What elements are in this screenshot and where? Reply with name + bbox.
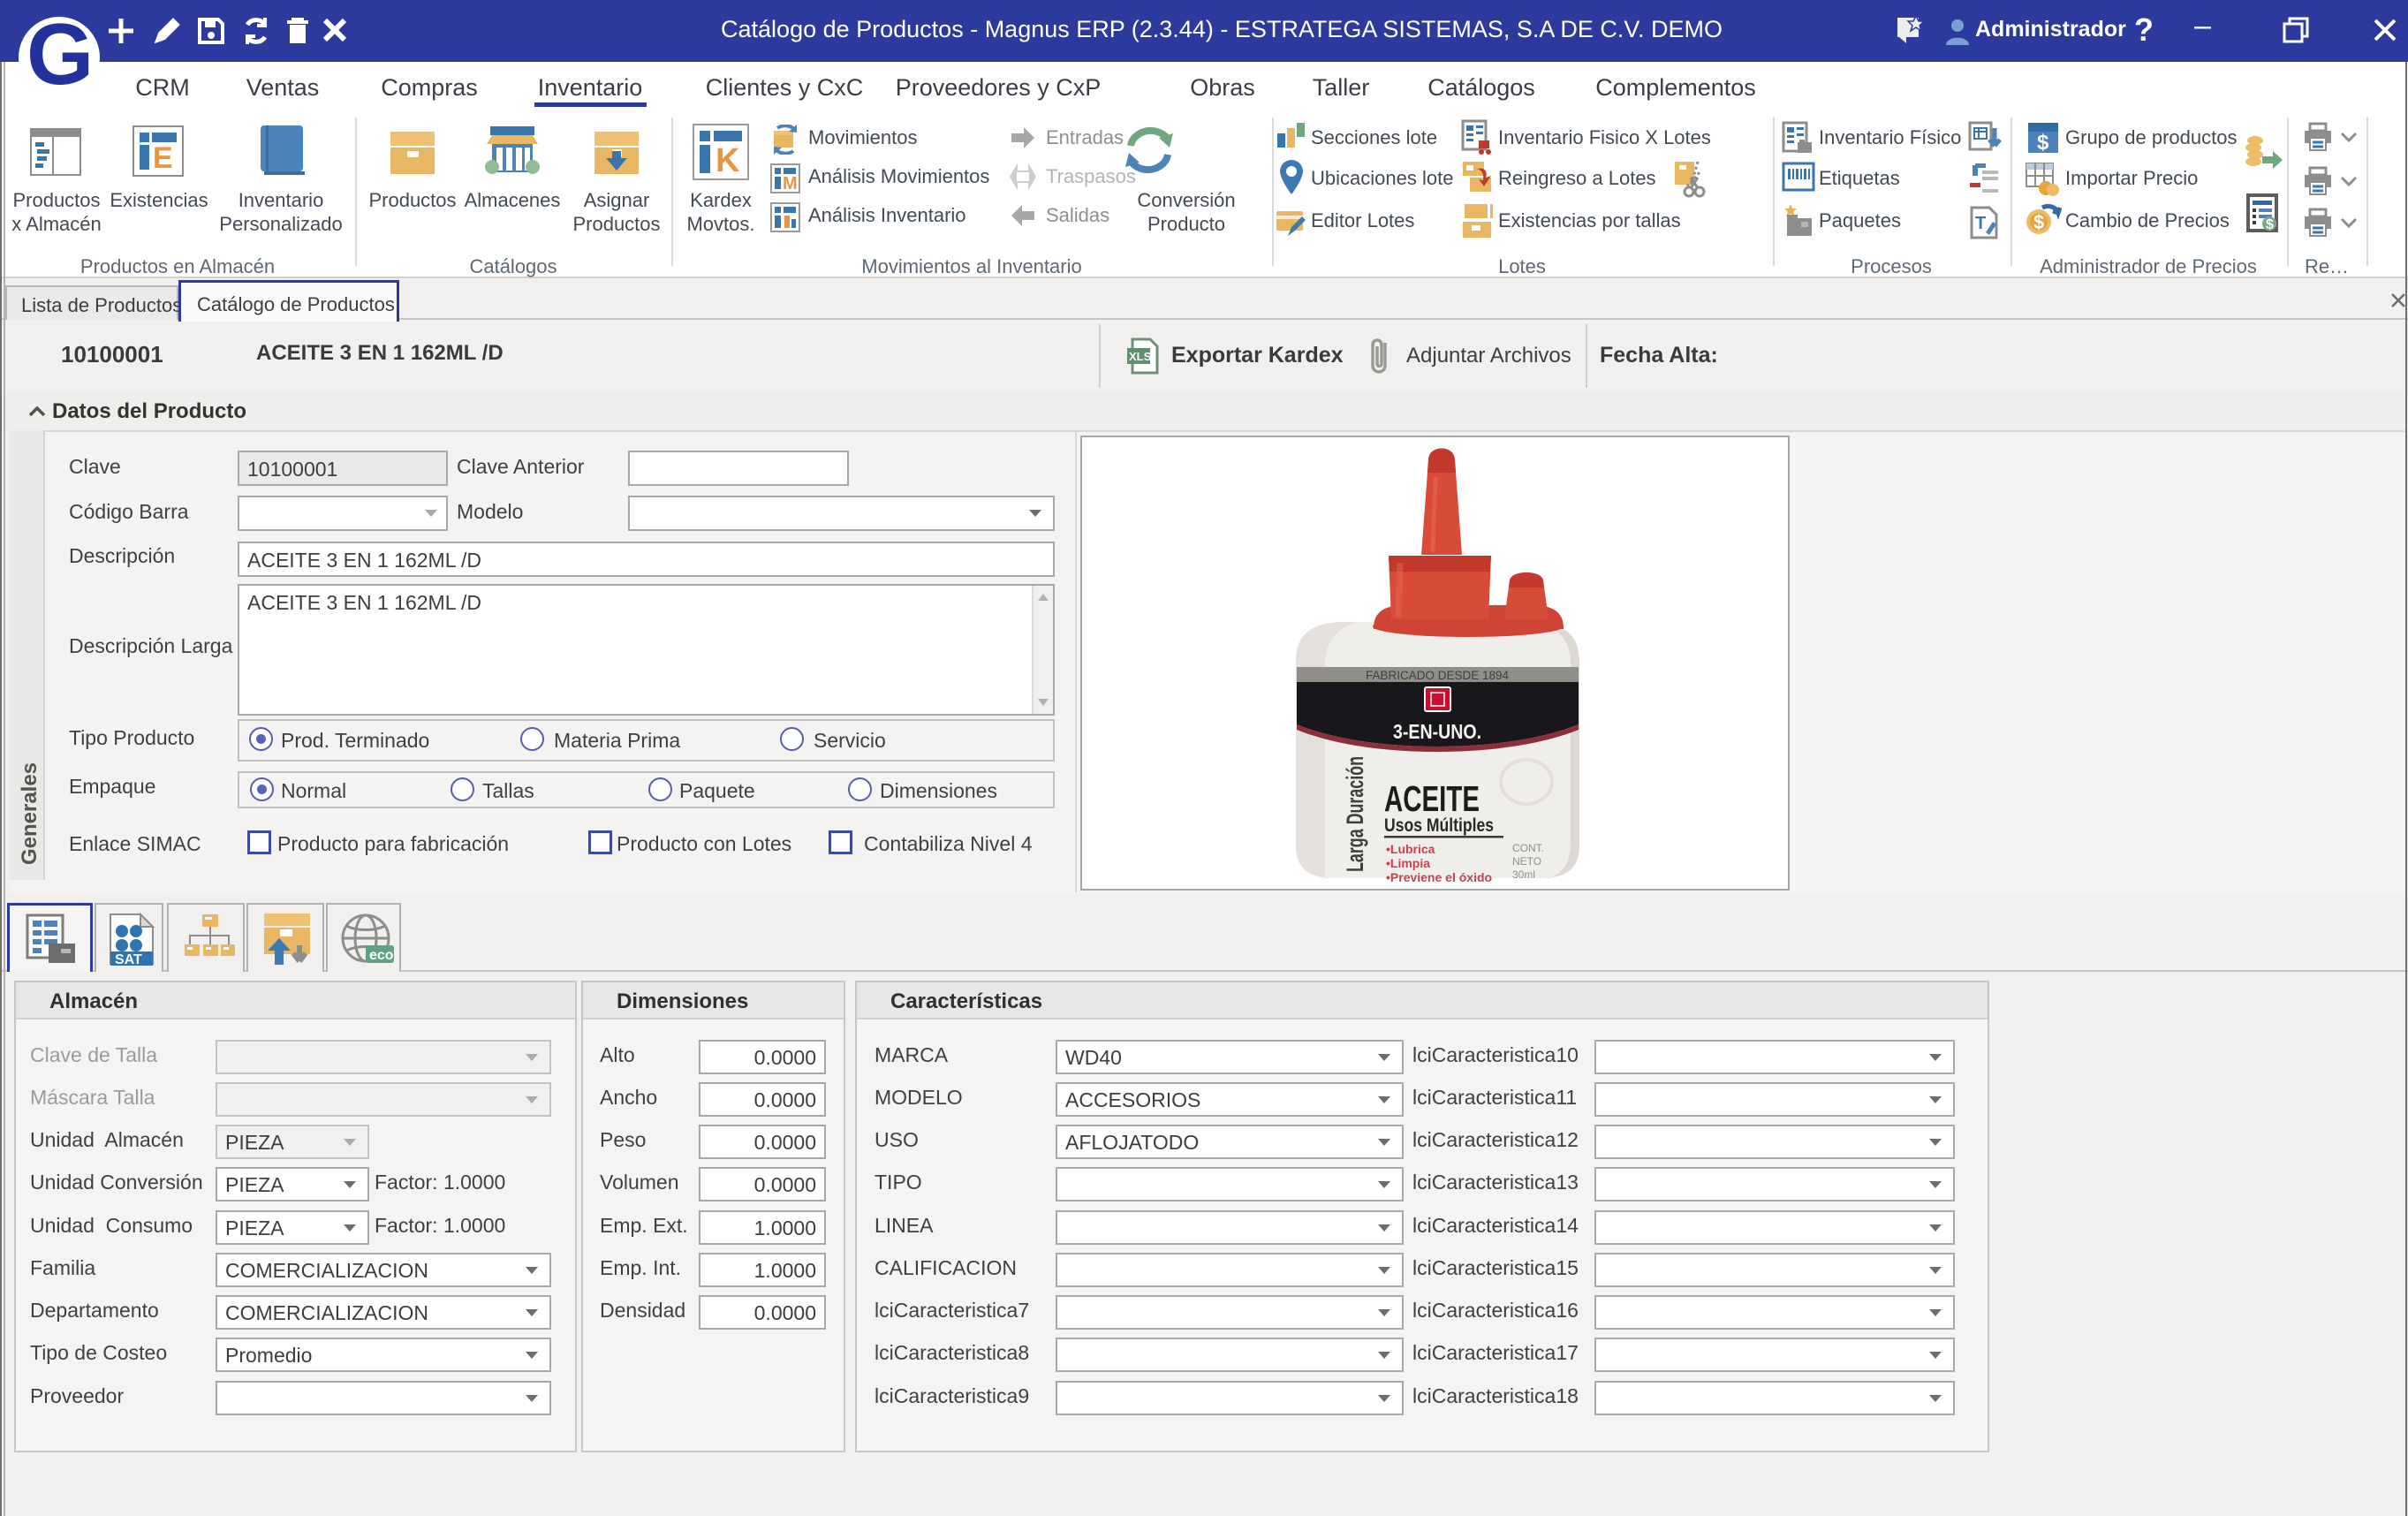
svg-text:K: K — [716, 142, 740, 179]
svg-text:•Limpia: •Limpia — [1386, 856, 1430, 870]
svg-text:CONT.: CONT. — [1512, 842, 1544, 854]
svg-text:M: M — [783, 174, 798, 193]
svg-text:$: $ — [2033, 211, 2044, 233]
svg-text:ACEITE: ACEITE — [1384, 778, 1480, 819]
svg-text:30ml: 30ml — [1512, 868, 1535, 881]
svg-text:XLS: XLS — [1129, 350, 1152, 363]
svg-text:Larga Duración: Larga Duración — [1342, 756, 1368, 872]
svg-text:E: E — [153, 141, 173, 175]
svg-text:eco: eco — [369, 948, 394, 963]
svg-text:Usos Múltiples: Usos Múltiples — [1384, 815, 1494, 836]
svg-text:$: $ — [2037, 131, 2049, 155]
svg-text:$: $ — [2266, 217, 2274, 232]
svg-text:T: T — [1975, 214, 1986, 233]
svg-text:3-EN-UNO.: 3-EN-UNO. — [1393, 720, 1481, 743]
svg-text:FABRICADO DESDE 1894: FABRICADO DESDE 1894 — [1366, 668, 1509, 682]
svg-text:NETO: NETO — [1512, 855, 1541, 868]
svg-text:•Previene el óxido: •Previene el óxido — [1386, 870, 1492, 884]
svg-text:•Lubrica: •Lubrica — [1386, 842, 1435, 856]
svg-text:SAT: SAT — [115, 952, 142, 966]
